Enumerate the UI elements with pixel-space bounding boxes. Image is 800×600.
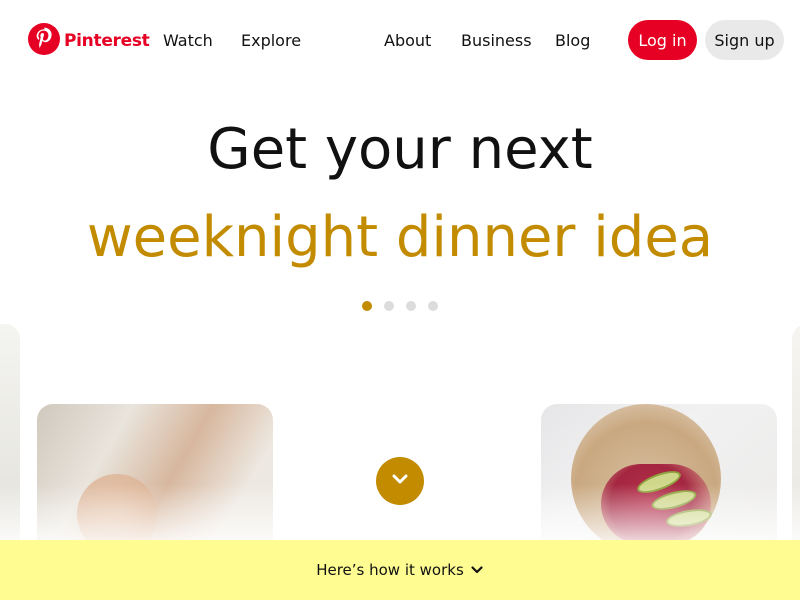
brand-name: Pinterest — [64, 31, 150, 51]
carousel-dot-4[interactable] — [428, 301, 438, 311]
carousel-dot-3[interactable] — [406, 301, 416, 311]
pin-image-edge-right — [792, 324, 800, 554]
brand-logo[interactable]: Pinterest — [28, 23, 150, 59]
carousel-dot-1[interactable] — [362, 301, 372, 311]
chevron-down-icon — [390, 469, 410, 493]
pin-image-toast — [541, 404, 777, 554]
hero-subtitle: weeknight dinner idea — [86, 205, 714, 270]
nav-business[interactable]: Business — [461, 31, 532, 51]
nav-about[interactable]: About — [384, 31, 431, 51]
nav-watch[interactable]: Watch — [163, 31, 213, 51]
how-it-works-bar[interactable]: Here’s how it works — [0, 540, 800, 600]
avocado-slice-shape — [664, 506, 714, 530]
site-header: Pinterest Watch Explore About Business B… — [0, 0, 800, 80]
pinterest-logo-icon — [28, 23, 60, 59]
carousel-indicator — [362, 301, 438, 311]
carousel-dot-2[interactable] — [384, 301, 394, 311]
hero-title: Get your next — [207, 117, 593, 182]
how-it-works-label: Here’s how it works — [316, 561, 464, 579]
nav-explore[interactable]: Explore — [241, 31, 301, 51]
pin-image-edge-left — [0, 324, 20, 554]
avocado-slice-shape — [649, 486, 699, 514]
chevron-down-icon — [470, 563, 484, 577]
scroll-down-button[interactable] — [376, 457, 424, 505]
signup-button[interactable]: Sign up — [705, 20, 784, 60]
nav-blog[interactable]: Blog — [555, 31, 590, 51]
login-button[interactable]: Log in — [628, 20, 697, 60]
pin-image-cooking — [37, 404, 273, 554]
